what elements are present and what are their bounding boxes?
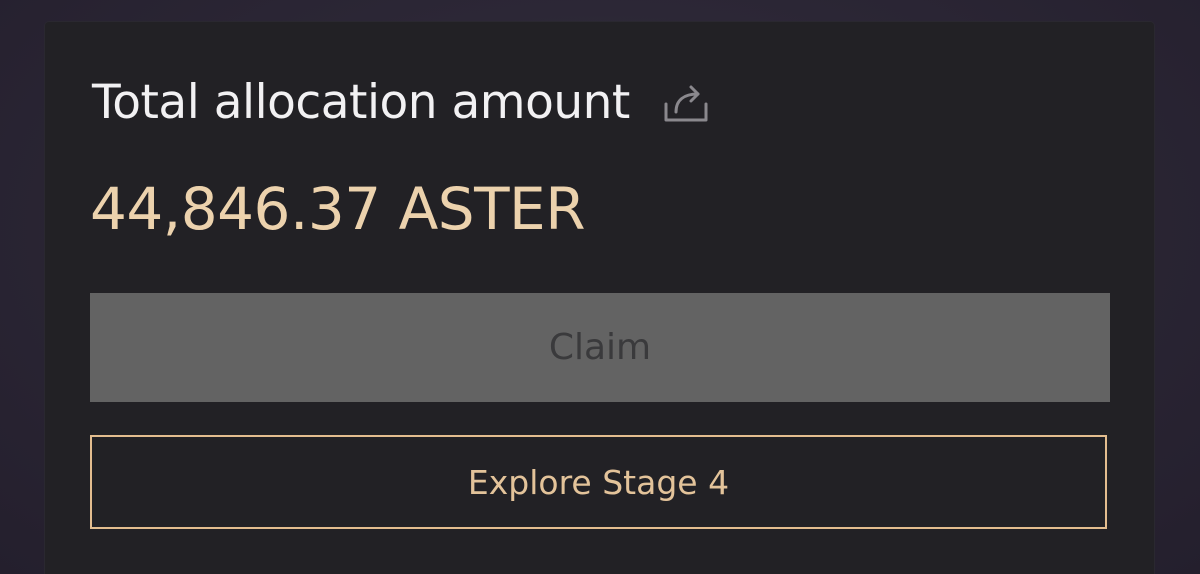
claim-button[interactable]: Claim (90, 293, 1110, 402)
allocation-amount: 44,846.37 ASTER (90, 175, 586, 243)
allocation-card: Total allocation amount 44,846.37 ASTER … (45, 22, 1154, 574)
title-row: Total allocation amount (92, 74, 712, 130)
share-icon[interactable] (660, 76, 712, 128)
allocation-title: Total allocation amount (92, 74, 630, 130)
explore-stage-button[interactable]: Explore Stage 4 (90, 435, 1107, 529)
